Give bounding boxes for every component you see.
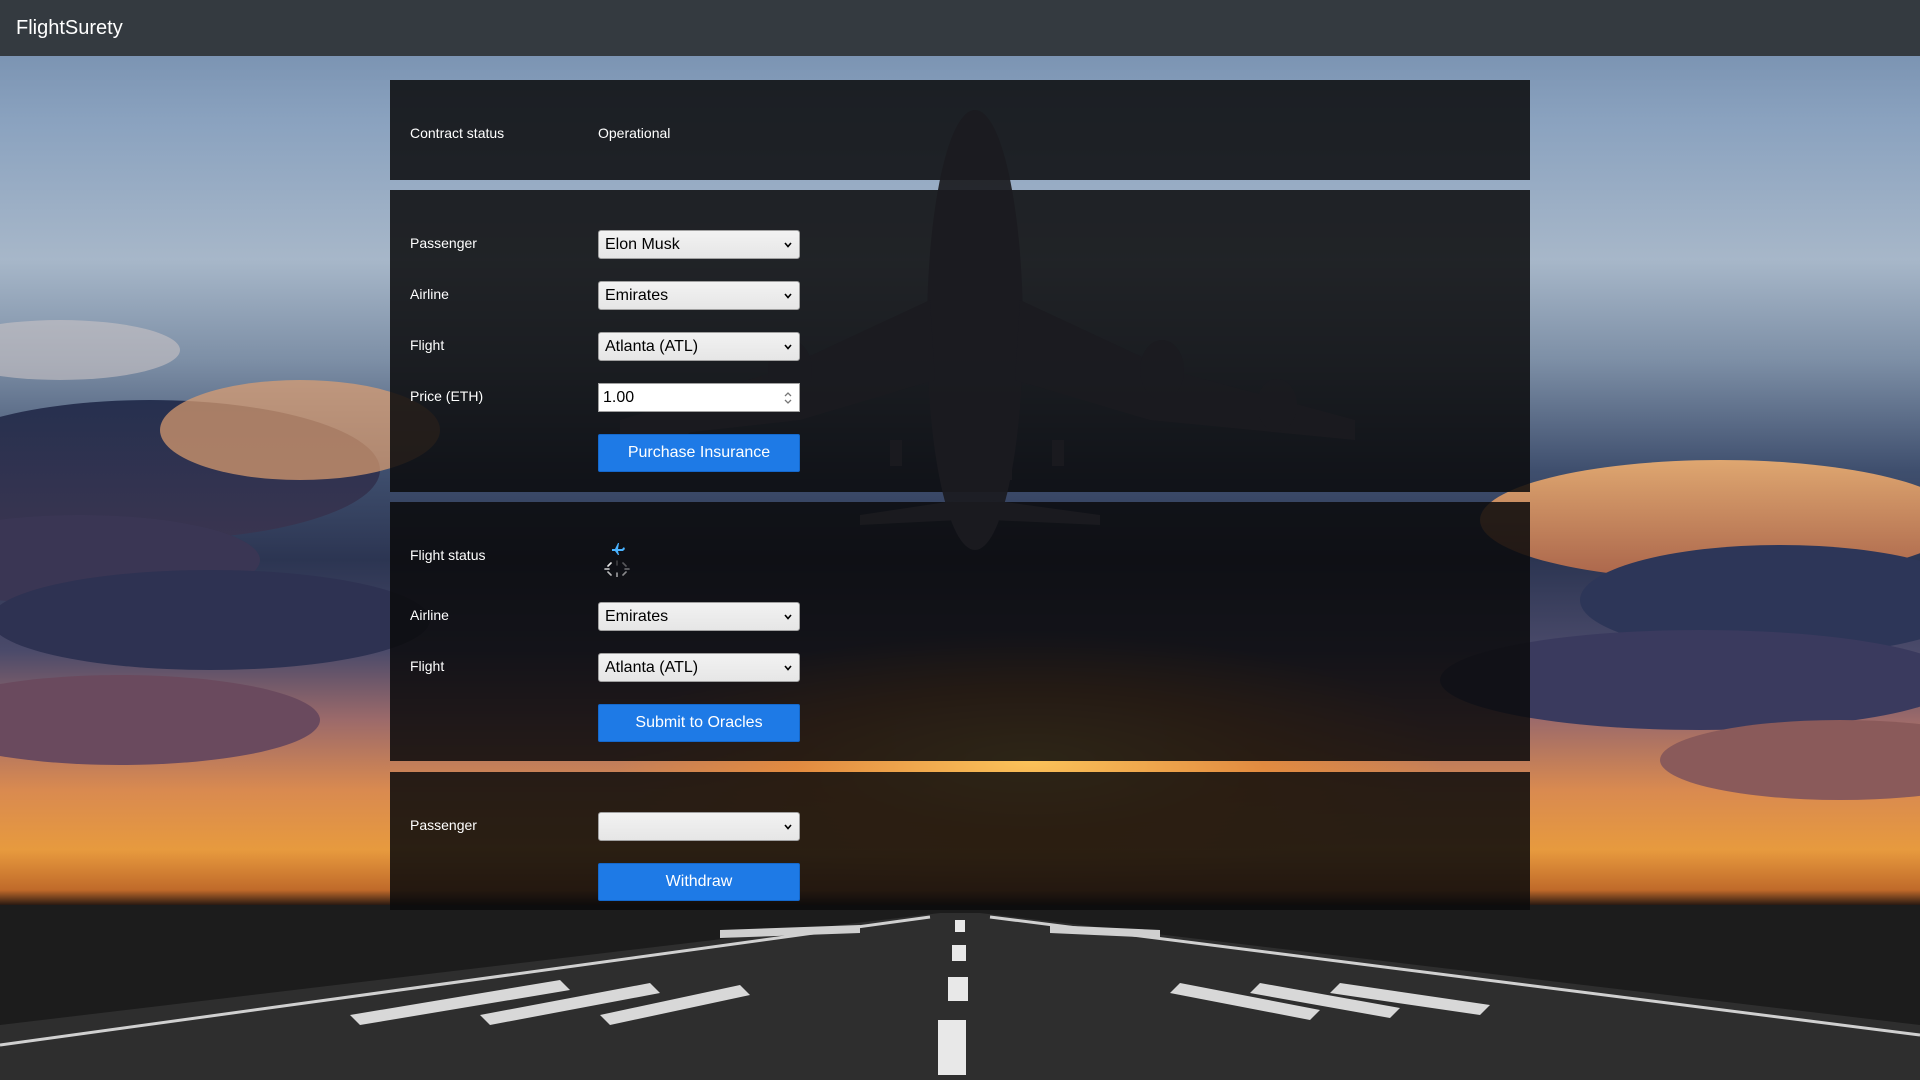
price-input-value: 1.00: [603, 388, 635, 406]
oracle-airline-label: Airline: [410, 607, 449, 623]
withdraw-passenger-label: Passenger: [410, 817, 477, 833]
oracle-flight-select-value: Atlanta (ATL): [605, 658, 699, 676]
price-label: Price (ETH): [410, 388, 484, 404]
withdraw-panel: [390, 772, 1530, 910]
oracle-flight-label: Flight: [410, 658, 445, 674]
app-brand[interactable]: FlightSurety: [16, 17, 123, 40]
flight-status-panel: [390, 502, 1530, 761]
withdraw-passenger-select[interactable]: [598, 812, 800, 841]
chevron-down-icon: [784, 824, 792, 830]
loading-spinner-icon: [604, 543, 630, 577]
airline-select[interactable]: Emirates: [598, 281, 800, 310]
chevron-down-icon: [784, 665, 792, 671]
chevron-down-icon: [784, 614, 792, 620]
oracle-flight-select[interactable]: Atlanta (ATL): [598, 653, 800, 682]
passenger-select[interactable]: Elon Musk: [598, 230, 800, 259]
oracle-airline-select[interactable]: Emirates: [598, 602, 800, 631]
purchase-insurance-panel: [390, 190, 1530, 492]
top-navbar: FlightSurety: [0, 0, 1920, 56]
chevron-down-icon: [784, 242, 792, 248]
flight-select[interactable]: Atlanta (ATL): [598, 332, 800, 361]
airline-select-value: Emirates: [605, 286, 669, 304]
background-runway: [0, 905, 1920, 1080]
passenger-label: Passenger: [410, 235, 477, 251]
chevron-down-icon: [784, 344, 792, 350]
oracle-airline-select-value: Emirates: [605, 607, 669, 625]
plane-icon: [612, 543, 625, 555]
flight-label: Flight: [410, 337, 445, 353]
withdraw-button[interactable]: Withdraw: [598, 863, 800, 901]
contract-status-value: Operational: [598, 125, 671, 141]
purchase-insurance-button[interactable]: Purchase Insurance: [598, 434, 800, 472]
airline-label: Airline: [410, 286, 449, 302]
passenger-select-value: Elon Musk: [605, 235, 680, 253]
submit-to-oracles-button[interactable]: Submit to Oracles: [598, 704, 800, 742]
spinner-arrows-icon[interactable]: [783, 389, 793, 407]
contract-status-panel: [390, 80, 1530, 180]
price-input[interactable]: 1.00: [598, 383, 800, 412]
flight-select-value: Atlanta (ATL): [605, 337, 699, 355]
flight-status-label: Flight status: [410, 547, 486, 563]
chevron-down-icon: [784, 293, 792, 299]
contract-status-label: Contract status: [410, 125, 505, 141]
